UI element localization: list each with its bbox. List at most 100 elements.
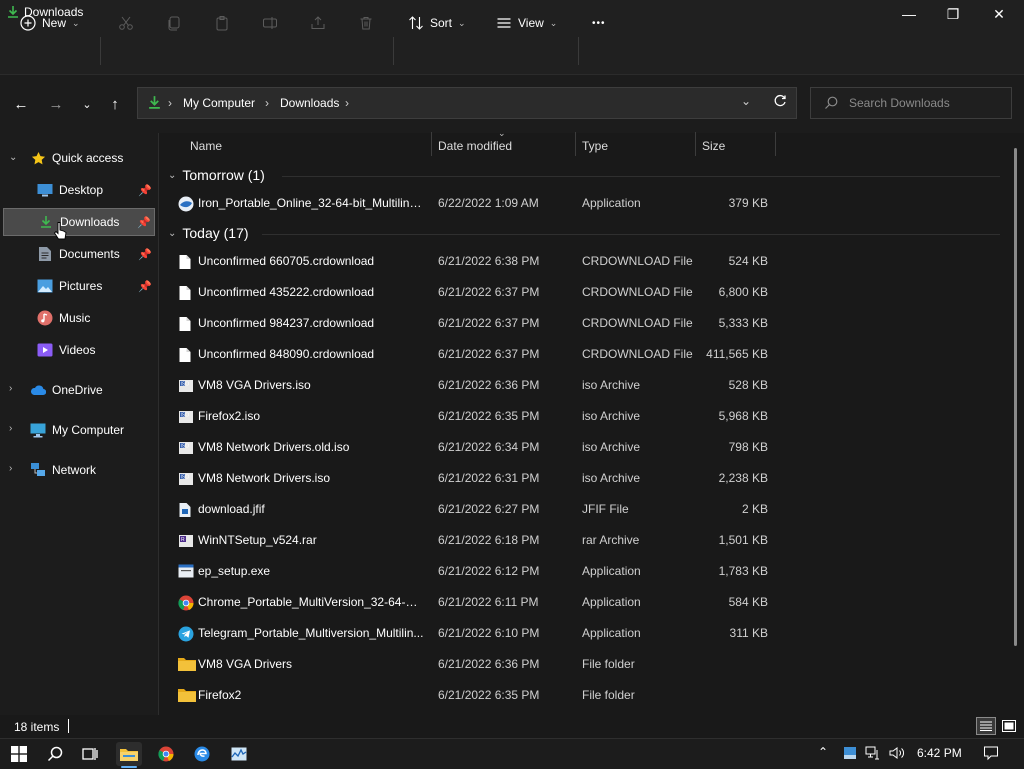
list-item[interactable]: Unconfirmed 435222.crdownload 6/21/2022 6… [168, 278, 988, 308]
sidebar-item-downloads[interactable]: Downloads 📌 [3, 208, 155, 236]
file-icon [178, 285, 194, 301]
list-item[interactable]: ISO VM8 Network Drivers.old.iso 6/21/2022 … [168, 433, 988, 463]
large-icons-view-button[interactable] [999, 717, 1019, 735]
volume-icon[interactable] [889, 746, 905, 763]
more-options-button[interactable]: ••• [592, 10, 606, 36]
chevron-down-icon[interactable]: ⌄ [168, 170, 176, 181]
breadcrumb-separator: › [265, 96, 269, 110]
sidebar-item-music[interactable]: Music [0, 303, 158, 333]
back-button[interactable]: ← [10, 93, 32, 115]
task-view-button[interactable] [77, 742, 103, 766]
sidebar-item-documents[interactable]: Documents 📌 [0, 239, 158, 269]
file-size: 1,783 KB [718, 564, 768, 578]
sidebar-item-network[interactable]: › Network [0, 455, 158, 485]
search-box[interactable] [810, 87, 1012, 119]
start-button[interactable] [6, 742, 32, 766]
restore-button[interactable]: ❐ [930, 0, 976, 28]
show-hidden-icons-chevron-icon[interactable]: ⌃ [818, 745, 828, 759]
address-bar[interactable]: › My Computer › Downloads › ⌄ [137, 87, 797, 119]
sort-button[interactable]: Sort ⌄ [408, 10, 466, 36]
list-item[interactable]: Iron_Portable_Online_32-64-bit_Multiling… [168, 189, 988, 219]
address-history-chevron-icon[interactable]: ⌄ [741, 94, 751, 108]
refresh-icon[interactable] [773, 94, 787, 111]
column-header-type[interactable]: Type [582, 135, 694, 157]
sidebar-item-videos[interactable]: Videos [0, 335, 158, 365]
taskbar-clock[interactable]: 6:42 PM [917, 746, 962, 760]
sidebar-item-label: OneDrive [52, 383, 103, 397]
chevron-right-icon[interactable]: › [9, 383, 12, 394]
view-button[interactable]: View ⌄ [496, 10, 557, 36]
list-item[interactable]: ep_setup.exe 6/21/2022 6:12 PM Application… [168, 557, 988, 587]
sidebar-item-onedrive[interactable]: › OneDrive [0, 375, 158, 405]
rename-button[interactable] [262, 10, 278, 36]
taskbar-search-button[interactable] [42, 742, 68, 766]
group-header-today[interactable]: ⌄ Today (17) [168, 222, 249, 244]
pin-icon[interactable]: 📌 [138, 184, 152, 197]
pin-icon[interactable]: 📌 [138, 280, 152, 293]
notifications-icon[interactable] [983, 745, 999, 764]
file-date: 6/21/2022 6:10 PM [438, 626, 540, 640]
delete-button[interactable] [358, 10, 374, 36]
taskbar-edge[interactable] [189, 742, 215, 766]
chevron-down-icon[interactable]: ⌄ [168, 228, 176, 239]
list-item[interactable]: Firefox2 6/21/2022 6:35 PM File folder [168, 681, 988, 711]
list-item[interactable]: R WinNTSetup_v524.rar 6/21/2022 6:18 PM rar… [168, 526, 988, 556]
taskbar-resource-monitor[interactable] [226, 742, 252, 766]
iron-icon [178, 196, 194, 212]
new-button[interactable]: New ⌄ [20, 10, 80, 36]
view-list-icon [497, 18, 511, 28]
breadcrumb-separator[interactable]: › [345, 96, 349, 110]
chevron-down-icon[interactable]: ⌄ [9, 152, 17, 163]
tray-storage-icon[interactable] [843, 746, 857, 763]
close-button[interactable]: ✕ [976, 0, 1022, 28]
list-item[interactable]: Telegram_Portable_Multiversion_Multilin.… [168, 619, 988, 649]
column-divider[interactable] [575, 132, 576, 156]
list-item[interactable]: ISO Firefox2.iso 6/21/2022 6:35 PM iso Arch… [168, 402, 988, 432]
list-item[interactable]: VM8 VGA Drivers 6/21/2022 6:36 PM File fol… [168, 650, 988, 680]
column-header-name[interactable]: Name [190, 135, 430, 157]
search-input[interactable] [849, 96, 1004, 110]
file-name: Unconfirmed 660705.crdownload [198, 254, 375, 268]
edge-icon [194, 746, 210, 762]
cut-button[interactable] [118, 10, 134, 36]
forward-button[interactable]: → [45, 93, 67, 115]
pin-icon[interactable]: 📌 [137, 216, 151, 229]
column-divider[interactable] [431, 132, 432, 156]
breadcrumb-downloads[interactable]: Downloads [280, 96, 339, 110]
chevron-right-icon[interactable]: › [9, 423, 12, 434]
list-item[interactable]: ISO VM8 VGA Drivers.iso 6/21/2022 6:36 PM i… [168, 371, 988, 401]
list-item[interactable]: Unconfirmed 848090.crdownload 6/21/2022 6… [168, 340, 988, 370]
taskbar-file-explorer[interactable] [116, 742, 142, 766]
list-item[interactable]: Chrome_Portable_MultiVersion_32-64-bit..… [168, 588, 988, 618]
column-header-label: Type [582, 139, 609, 153]
chevron-right-icon[interactable]: › [9, 463, 12, 474]
recent-locations-button[interactable]: ⌄ [76, 93, 98, 115]
paste-button[interactable] [214, 10, 230, 36]
taskbar-chrome[interactable] [153, 742, 179, 766]
column-header-size[interactable]: Size [702, 135, 772, 157]
sidebar-item-label: Quick access [52, 151, 124, 165]
column-divider[interactable] [775, 132, 776, 156]
list-item[interactable]: ISO VM8 Network Drivers.iso 6/21/2022 6:31… [168, 464, 988, 494]
sidebar-item-pictures[interactable]: Pictures 📌 [0, 271, 158, 301]
up-button[interactable]: ↑ [104, 93, 126, 115]
column-header-date-modified[interactable]: Date modified [438, 135, 574, 157]
group-header-tomorrow[interactable]: ⌄ Tomorrow (1) [168, 164, 265, 186]
file-icon [178, 254, 194, 270]
pin-icon[interactable]: 📌 [138, 248, 152, 261]
share-button[interactable] [310, 10, 326, 36]
list-item[interactable]: Unconfirmed 660705.crdownload 6/21/2022 6… [168, 247, 988, 277]
list-item[interactable]: Unconfirmed 984237.crdownload 6/21/2022 6… [168, 309, 988, 339]
list-item[interactable]: download.jfif 6/21/2022 6:27 PM JFIF File 2… [168, 495, 988, 525]
sidebar-item-my-computer[interactable]: › My Computer [0, 415, 158, 445]
copy-button[interactable] [166, 10, 182, 36]
minimize-button[interactable]: — [886, 0, 932, 28]
column-divider[interactable] [695, 132, 696, 156]
details-view-button[interactable] [976, 717, 996, 735]
sidebar-item-desktop[interactable]: Desktop 📌 [0, 175, 158, 205]
network-icon[interactable] [865, 746, 881, 763]
sidebar-item-label: Videos [59, 343, 96, 357]
sidebar-item-quick-access[interactable]: ⌄ Quick access [0, 143, 158, 173]
vertical-scrollbar[interactable] [1014, 148, 1017, 646]
breadcrumb-my-computer[interactable]: My Computer [183, 96, 255, 110]
